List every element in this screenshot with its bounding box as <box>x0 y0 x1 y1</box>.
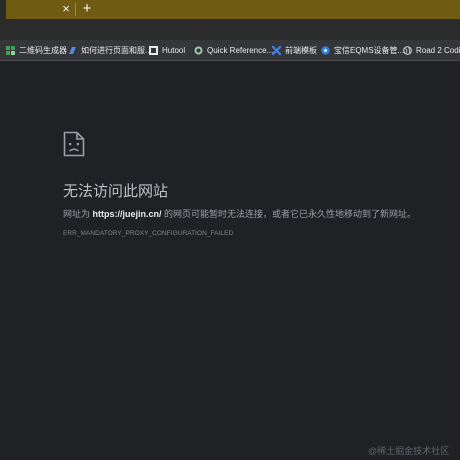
bookmark-page-guide[interactable]: 如何进行页面和服... <box>68 42 152 58</box>
template-icon <box>272 45 281 55</box>
quick-reference-icon <box>194 46 203 54</box>
bookmark-frontend-templates[interactable]: 前端模板 <box>272 42 317 58</box>
error-url: https://juejin.cn/ <box>92 209 162 219</box>
bookmark-hutool[interactable]: Hutool <box>149 42 185 58</box>
hutool-icon <box>149 45 158 55</box>
bookmark-label: Road 2 Coding <box>416 45 460 55</box>
error-desc-suffix: 的网页可能暂时无法连接，或者它已永久性地移动到了新网址。 <box>161 209 417 219</box>
bookmark-eqms[interactable]: 宝信EQMS设备管... <box>321 42 404 58</box>
bookmark-label: 如何进行页面和服... <box>81 45 152 55</box>
toolbar-area <box>0 19 460 40</box>
bookmark-label: Hutool <box>162 45 186 55</box>
sad-document-icon <box>63 131 85 157</box>
bookmark-road-2-coding[interactable]: Road 2 Coding <box>403 42 460 58</box>
blue-document-icon <box>69 46 76 54</box>
error-description: 网址为 https://juejin.cn/ 的网页可能暂时无法连接，或者它已永… <box>63 207 416 220</box>
error-page <box>0 61 460 460</box>
error-code: ERR_MANDATORY_PROXY_CONFIGURATION_FAILED <box>63 230 234 237</box>
bookmark-qr-generator[interactable]: 二维码生成器 <box>6 42 67 58</box>
watermark: @稀土掘金技术社区 <box>368 446 450 456</box>
qr-grid-icon <box>6 45 15 55</box>
bookmarks-bar: 二维码生成器 如何进行页面和服... Hutool Quick Referenc… <box>0 40 460 60</box>
bookmark-label: 二维码生成器 <box>19 45 67 55</box>
blue-circle-icon <box>321 45 330 55</box>
tab-separator <box>75 3 76 16</box>
bookmark-label: 前端模板 <box>285 45 317 55</box>
globe-icon <box>403 45 412 55</box>
tab-strip: × + <box>0 0 460 19</box>
bookmark-quick-reference[interactable]: Quick Reference... <box>194 42 273 58</box>
bookmark-label: Quick Reference... <box>207 45 274 55</box>
active-tab[interactable] <box>0 0 6 19</box>
new-tab-button[interactable]: + <box>79 0 95 19</box>
tab-close-button[interactable]: × <box>59 1 73 17</box>
error-title: 无法访问此网站 <box>63 183 169 200</box>
bookmark-label: 宝信EQMS设备管... <box>334 45 405 55</box>
error-desc-prefix: 网址为 <box>63 209 93 219</box>
